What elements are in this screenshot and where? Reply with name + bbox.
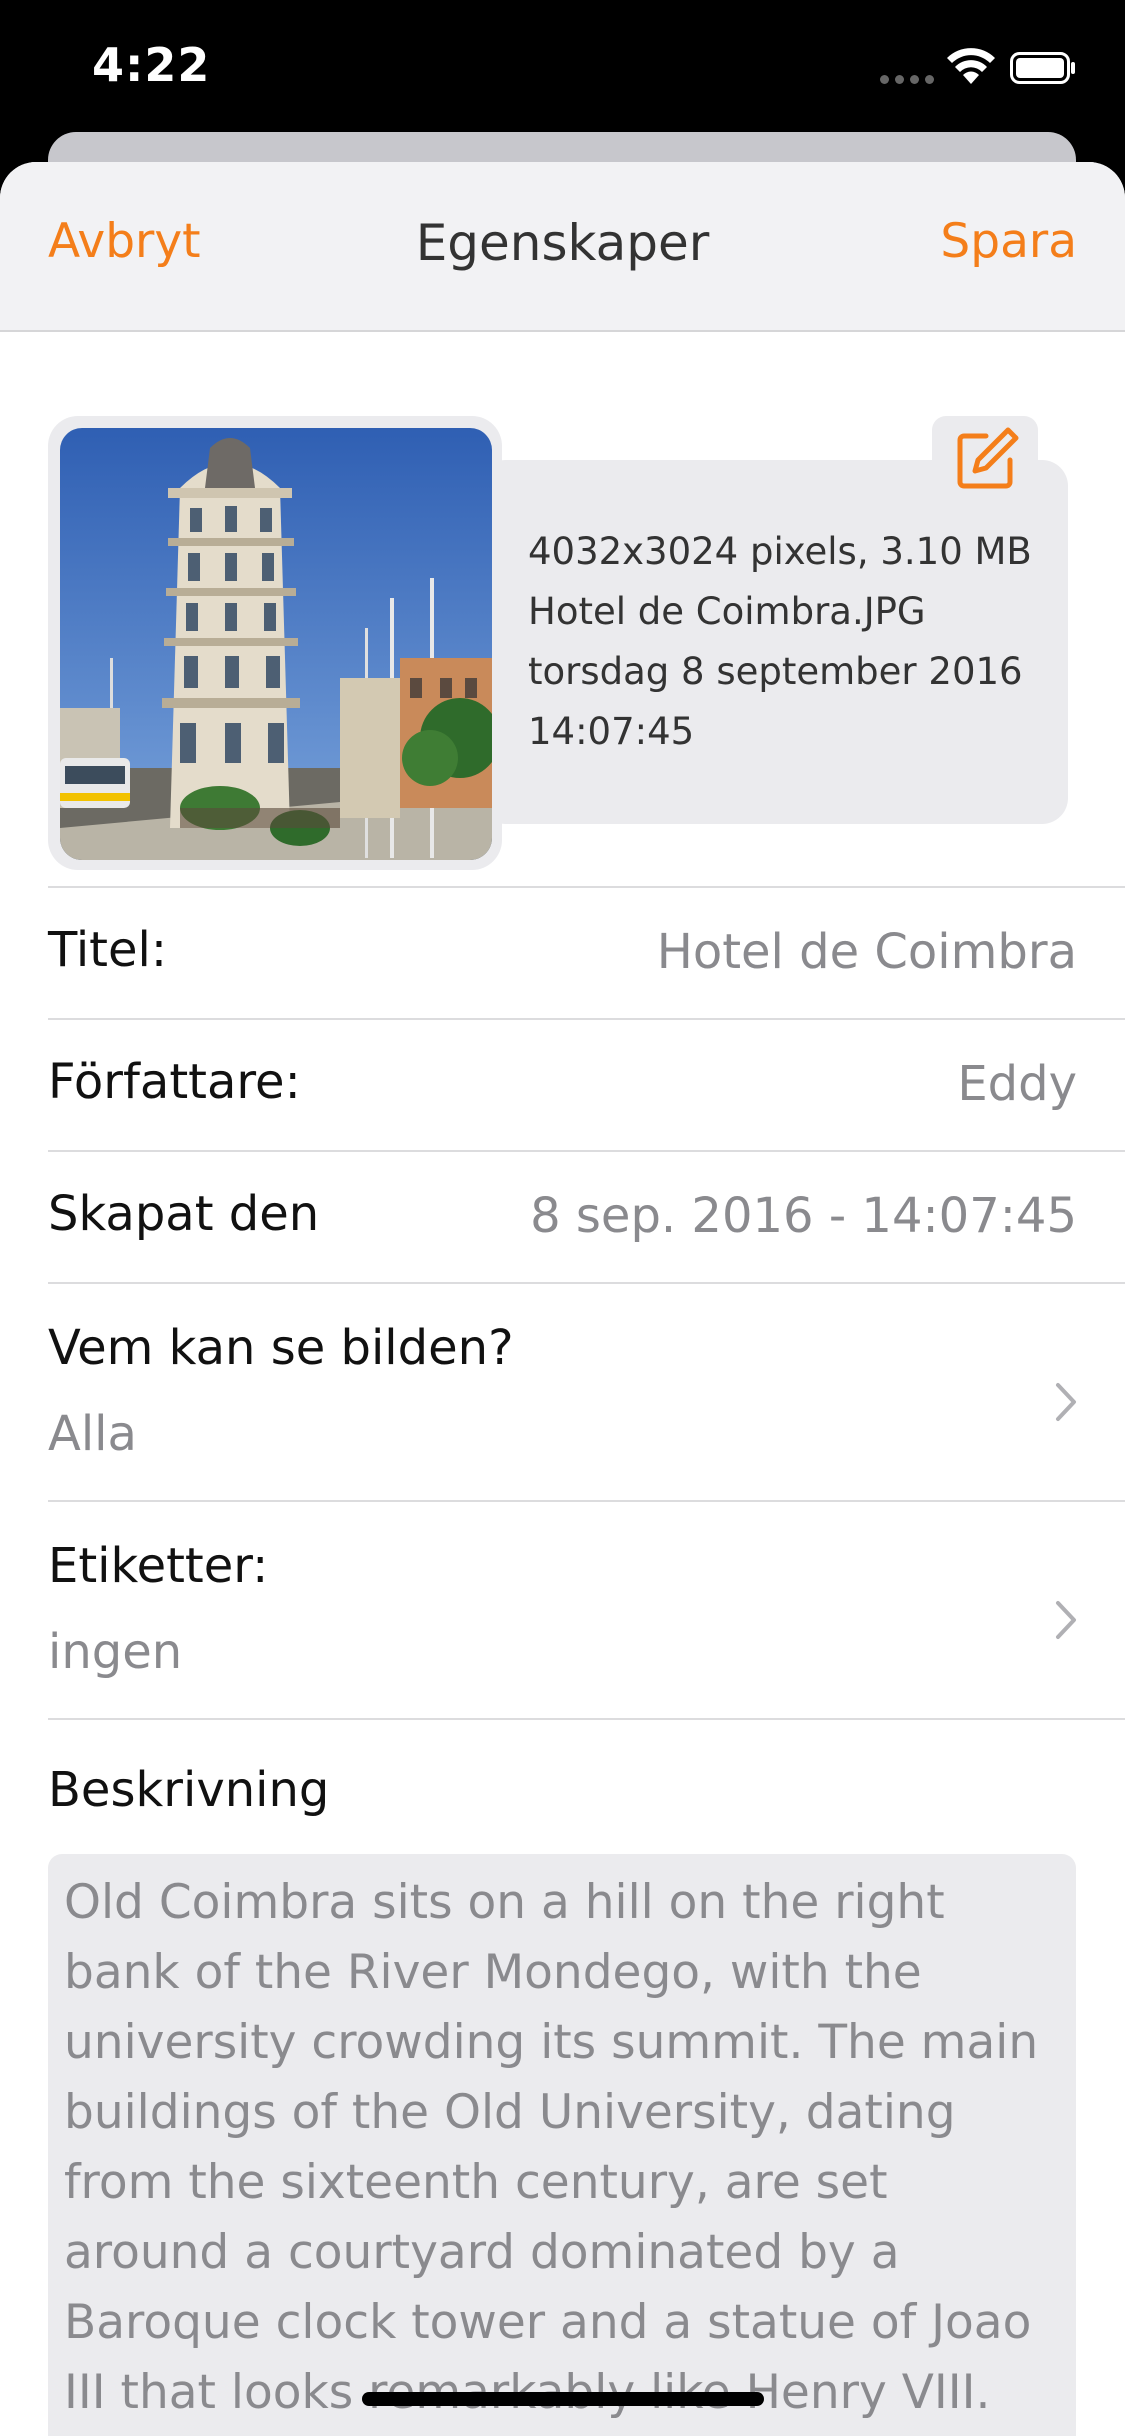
- photo-thumbnail[interactable]: [60, 428, 492, 860]
- title-value[interactable]: Hotel de Coimbra: [657, 924, 1077, 980]
- cellular-signal-icon: [880, 75, 936, 85]
- status-bar: 4:22: [0, 0, 1125, 130]
- description-label: Beskrivning: [48, 1762, 330, 1818]
- description-field[interactable]: Old Coimbra sits on a hill on the right …: [48, 1854, 1076, 2436]
- photo-dimensions-size: 4032x3024 pixels, 3.10 MB: [528, 530, 1032, 573]
- visibility-row[interactable]: Vem kan se bilden? Alla: [48, 1282, 1125, 1498]
- created-row: Skapat den 8 sep. 2016 - 14:07:45: [48, 1150, 1125, 1280]
- created-value: 8 sep. 2016 - 14:07:45: [530, 1188, 1077, 1244]
- photo-date: torsdag 8 september 2016: [528, 650, 1023, 693]
- chevron-right-icon: [1056, 1601, 1076, 1639]
- title-row[interactable]: Titel: Hotel de Coimbra: [48, 886, 1125, 1016]
- cancel-button[interactable]: Avbryt: [48, 214, 201, 269]
- tags-value: ingen: [48, 1624, 183, 1680]
- edit-icon[interactable]: [950, 424, 1022, 496]
- divider: [48, 1718, 1125, 1720]
- description-text[interactable]: Old Coimbra sits on a hill on the right …: [64, 1868, 1064, 2428]
- title-label: Titel:: [48, 922, 168, 978]
- properties-sheet: Egenskaper Avbryt Spara 4032x3024 pixels…: [0, 162, 1125, 2436]
- author-row[interactable]: Författare: Eddy: [48, 1018, 1125, 1148]
- save-button[interactable]: Spara: [940, 214, 1077, 269]
- battery-icon: [1010, 52, 1075, 84]
- home-indicator: [362, 2392, 764, 2406]
- photo-filename: Hotel de Coimbra.JPG: [528, 590, 926, 633]
- tags-label: Etiketter:: [48, 1538, 269, 1594]
- photo-time: 14:07:45: [528, 710, 695, 753]
- visibility-label: Vem kan se bilden?: [48, 1320, 514, 1376]
- photo-metadata: 4032x3024 pixels, 3.10 MB Hotel de Coimb…: [528, 522, 1032, 762]
- wifi-icon: [947, 48, 995, 84]
- status-time: 4:22: [92, 38, 211, 92]
- navigation-bar: Egenskaper Avbryt Spara: [0, 162, 1125, 332]
- created-label: Skapat den: [48, 1186, 320, 1242]
- author-value[interactable]: Eddy: [957, 1056, 1077, 1112]
- chevron-right-icon: [1056, 1383, 1076, 1421]
- visibility-value: Alla: [48, 1406, 137, 1462]
- author-label: Författare:: [48, 1054, 301, 1110]
- tags-row[interactable]: Etiketter: ingen: [48, 1500, 1125, 1716]
